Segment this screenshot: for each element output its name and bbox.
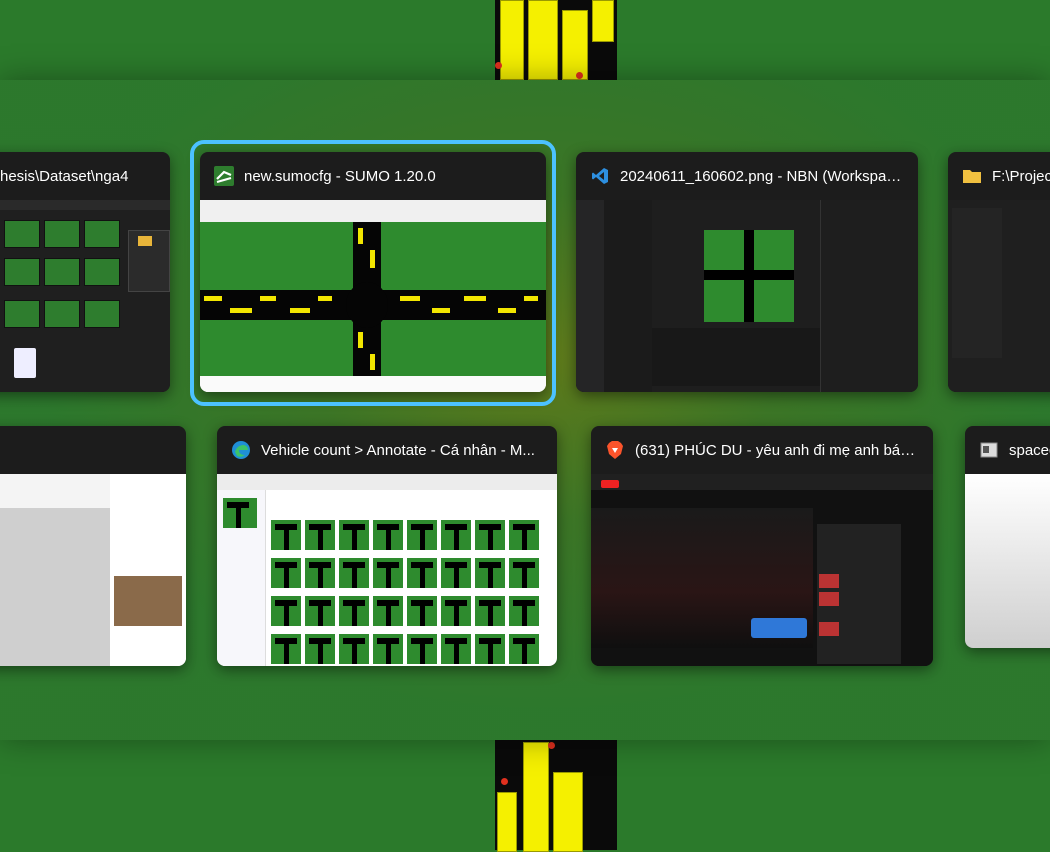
window-header: hesis\Dataset\nga4 <box>0 152 170 200</box>
window-title: 20240611_160602.png - NBN (Workspac... <box>620 167 907 185</box>
background-car <box>553 772 583 852</box>
window-title: Vehicle count > Annotate - Cá nhân - M..… <box>261 441 535 459</box>
window-thumbnail-youtube[interactable]: (631) PHÚC DU - yêu anh đi mẹ anh bán... <box>591 426 933 666</box>
window-thumbnail-roboflow[interactable]: Vehicle count > Annotate - Cá nhân - M..… <box>217 426 557 666</box>
window-header: (631) PHÚC DU - yêu anh đi mẹ anh bán... <box>591 426 933 474</box>
background-car <box>500 0 524 80</box>
window-preview <box>576 200 918 392</box>
window-header: spaced <box>965 426 1050 474</box>
window-thumbnail-chat[interactable] <box>0 426 186 666</box>
background-vehicle-dot <box>576 72 583 79</box>
window-preview <box>0 200 170 392</box>
window-thumbnail-vscode[interactable]: 20240611_160602.png - NBN (Workspac... <box>576 152 918 392</box>
window-preview <box>965 474 1050 648</box>
brave-icon <box>605 440 625 460</box>
image-file-icon <box>14 348 36 378</box>
window-title: spaced <box>1009 441 1050 459</box>
folder-icon <box>138 236 152 246</box>
window-preview <box>591 474 933 666</box>
window-preview <box>0 474 186 666</box>
vscode-icon <box>590 166 610 186</box>
window-thumbnail-spaced[interactable]: spaced <box>965 426 1050 648</box>
background-vehicle-dot <box>501 778 508 785</box>
window-header: Vehicle count > Annotate - Cá nhân - M..… <box>217 426 557 474</box>
folder-icon <box>962 166 982 186</box>
background-vehicle-dot <box>495 62 502 69</box>
window-preview <box>948 200 1050 392</box>
selection-focus-ring <box>190 140 556 406</box>
background-car <box>528 0 558 80</box>
window-title: hesis\Dataset\nga4 <box>0 167 129 185</box>
window-header <box>0 426 186 474</box>
terminal-icon <box>979 440 999 460</box>
window-header: 20240611_160602.png - NBN (Workspac... <box>576 152 918 200</box>
window-title: F:\Projec <box>992 167 1050 185</box>
window-preview <box>217 474 557 666</box>
background-car <box>562 10 588 80</box>
window-thumbnail-explorer-project[interactable]: F:\Projec <box>948 152 1050 392</box>
background-vehicle-dot <box>548 742 555 749</box>
background-car <box>523 742 549 852</box>
window-thumbnail-explorer-dataset[interactable]: hesis\Dataset\nga4 <box>0 152 170 392</box>
window-title: (631) PHÚC DU - yêu anh đi mẹ anh bán... <box>635 441 921 459</box>
background-car <box>497 792 517 852</box>
window-header: F:\Projec <box>948 152 1050 200</box>
background-car <box>592 0 614 42</box>
edge-icon <box>231 440 251 460</box>
